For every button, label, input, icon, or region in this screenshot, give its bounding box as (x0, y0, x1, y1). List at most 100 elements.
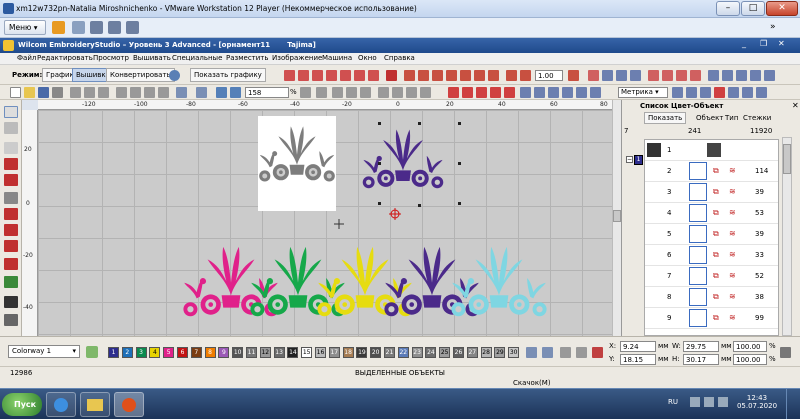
color-swatch[interactable]: 21 (384, 347, 395, 358)
display-icon-2[interactable] (534, 87, 545, 98)
minimize-button[interactable]: – (716, 1, 740, 16)
panel-scrollbar[interactable] (782, 137, 792, 336)
menu-arrange[interactable]: Разместить (226, 54, 269, 62)
list-item[interactable]: 2 ⧉ ≋ 114 (645, 161, 778, 182)
view-icon-5[interactable] (708, 70, 719, 81)
color-swatch[interactable]: 26 (453, 347, 464, 358)
view-icon-4[interactable] (690, 70, 701, 81)
stitch-view-icon-3[interactable] (476, 87, 487, 98)
effect-icon-8[interactable] (506, 70, 517, 81)
stitch-type-icon-7[interactable] (368, 70, 379, 81)
sequence-icon-1[interactable] (526, 347, 537, 358)
stitch-type-icon-6[interactable] (354, 70, 365, 81)
reshape-icon[interactable] (4, 122, 18, 134)
vm-dropdown-icon[interactable] (72, 21, 85, 34)
color-swatch[interactable]: 7 (190, 347, 202, 358)
new-file-icon[interactable] (10, 87, 21, 98)
scale-x-input[interactable] (733, 341, 767, 352)
color-swatch[interactable]: 12 (259, 347, 271, 358)
color-swatch[interactable]: 29 (494, 347, 506, 358)
panel-close-icon[interactable]: ✕ (792, 101, 799, 110)
satin-tool-icon[interactable] (4, 174, 18, 186)
display-icon-6[interactable] (590, 87, 601, 98)
menu-view[interactable]: Просмотр (93, 54, 129, 62)
object-list[interactable]: 1 2 ⧉ ≋ 114 3 ⧉ ≋ 39 4 ⧉ ≋ 53 5 ⧉ ≋ 39 6… (644, 139, 779, 336)
color-swatch[interactable]: 6 (177, 347, 188, 358)
color-swatch[interactable]: 2 (121, 347, 133, 358)
display-icon-5[interactable] (576, 87, 587, 98)
yellow-motif[interactable] (317, 246, 413, 317)
cyan-motif[interactable] (451, 246, 547, 317)
stitch-type-icon-4[interactable] (326, 70, 337, 81)
selected-purple-motif[interactable] (362, 129, 444, 189)
color-swatch[interactable]: 8 (204, 347, 216, 358)
hoop-icon[interactable] (700, 87, 711, 98)
export-icon[interactable] (576, 347, 587, 358)
view-icon-9[interactable] (764, 70, 775, 81)
green-motif[interactable] (250, 246, 346, 317)
language-indicator[interactable]: RU (668, 398, 678, 406)
save-icon[interactable] (38, 87, 49, 98)
send-keys-icon[interactable] (90, 21, 103, 34)
menu-window[interactable]: Окно (358, 54, 377, 62)
color-swatch[interactable]: 17 (328, 347, 340, 358)
convert-button[interactable]: Конвертировать (106, 68, 175, 82)
color-swatch[interactable]: 4 (149, 347, 161, 358)
stitch-view-icon-4[interactable] (490, 87, 501, 98)
maximize-button[interactable]: □ (741, 1, 765, 16)
effect-icon-2[interactable] (418, 70, 429, 81)
network-icon[interactable] (718, 397, 728, 407)
list-item[interactable]: 9 ⧉ ≋ 99 (645, 308, 778, 329)
fill-icon[interactable] (386, 70, 397, 81)
tool-icon-m[interactable] (420, 87, 431, 98)
start-button[interactable]: Пуск (2, 393, 42, 416)
color-swatch[interactable]: 5 (163, 347, 175, 358)
tool-icon-i[interactable] (360, 87, 371, 98)
effect-icon-9[interactable] (520, 70, 531, 81)
taskbar-clock[interactable]: 12:43 05.07.2020 (734, 394, 780, 410)
color-swatch[interactable]: 22 (397, 347, 409, 358)
color-swatch[interactable]: 28 (480, 347, 492, 358)
paste-icon[interactable] (98, 87, 109, 98)
tool-icon-c[interactable] (144, 87, 155, 98)
display-icon-9[interactable] (756, 87, 767, 98)
display-icon-3[interactable] (548, 87, 559, 98)
vm-menu-button[interactable]: Меню ▾ (4, 20, 46, 35)
tree-collapse-icon[interactable]: − (626, 156, 633, 163)
color-swatch[interactable]: 25 (439, 347, 451, 358)
purple-motif[interactable] (384, 246, 480, 317)
menu-file[interactable]: Файл (17, 54, 36, 62)
selection-handles[interactable] (378, 122, 461, 207)
stitch-type-icon-5[interactable] (340, 70, 351, 81)
stitch-type-icon-2[interactable] (298, 70, 309, 81)
tool-icon-e[interactable] (300, 87, 311, 98)
list-item[interactable]: 6 ⧉ ≋ 33 (645, 245, 778, 266)
sequence-icon-2[interactable] (542, 347, 553, 358)
cut-icon[interactable] (70, 87, 81, 98)
app-restore-button[interactable]: ❐ (760, 39, 767, 48)
tool-icon-b[interactable] (130, 87, 141, 98)
grid-icon-4[interactable] (630, 70, 641, 81)
color-swatch[interactable]: 27 (466, 347, 478, 358)
menu-edit[interactable]: Редактировать (37, 54, 93, 62)
unity-icon[interactable] (126, 21, 139, 34)
effect-icon-1[interactable] (404, 70, 415, 81)
tool-icon-j[interactable] (378, 87, 389, 98)
monogram-tool-icon[interactable] (4, 314, 18, 326)
effect-icon-6[interactable] (474, 70, 485, 81)
redo-icon[interactable] (196, 87, 207, 98)
canvas-vertical-scrollbar[interactable] (612, 100, 621, 336)
pink-motif[interactable] (183, 246, 279, 317)
grid-icon-1[interactable] (588, 70, 599, 81)
grid-icon-3[interactable] (616, 70, 627, 81)
view-icon-2[interactable] (662, 70, 673, 81)
tool-icon-l[interactable] (406, 87, 417, 98)
reference-point-icon[interactable] (389, 208, 401, 220)
zoom-factor-input[interactable] (535, 70, 563, 81)
menu-special[interactable]: Специальные (172, 54, 222, 62)
design-canvas[interactable] (38, 110, 612, 336)
x-position-input[interactable] (620, 341, 656, 352)
effect-icon-7[interactable] (488, 70, 499, 81)
zoom-percent-input[interactable] (245, 87, 289, 98)
width-input[interactable] (683, 341, 719, 352)
